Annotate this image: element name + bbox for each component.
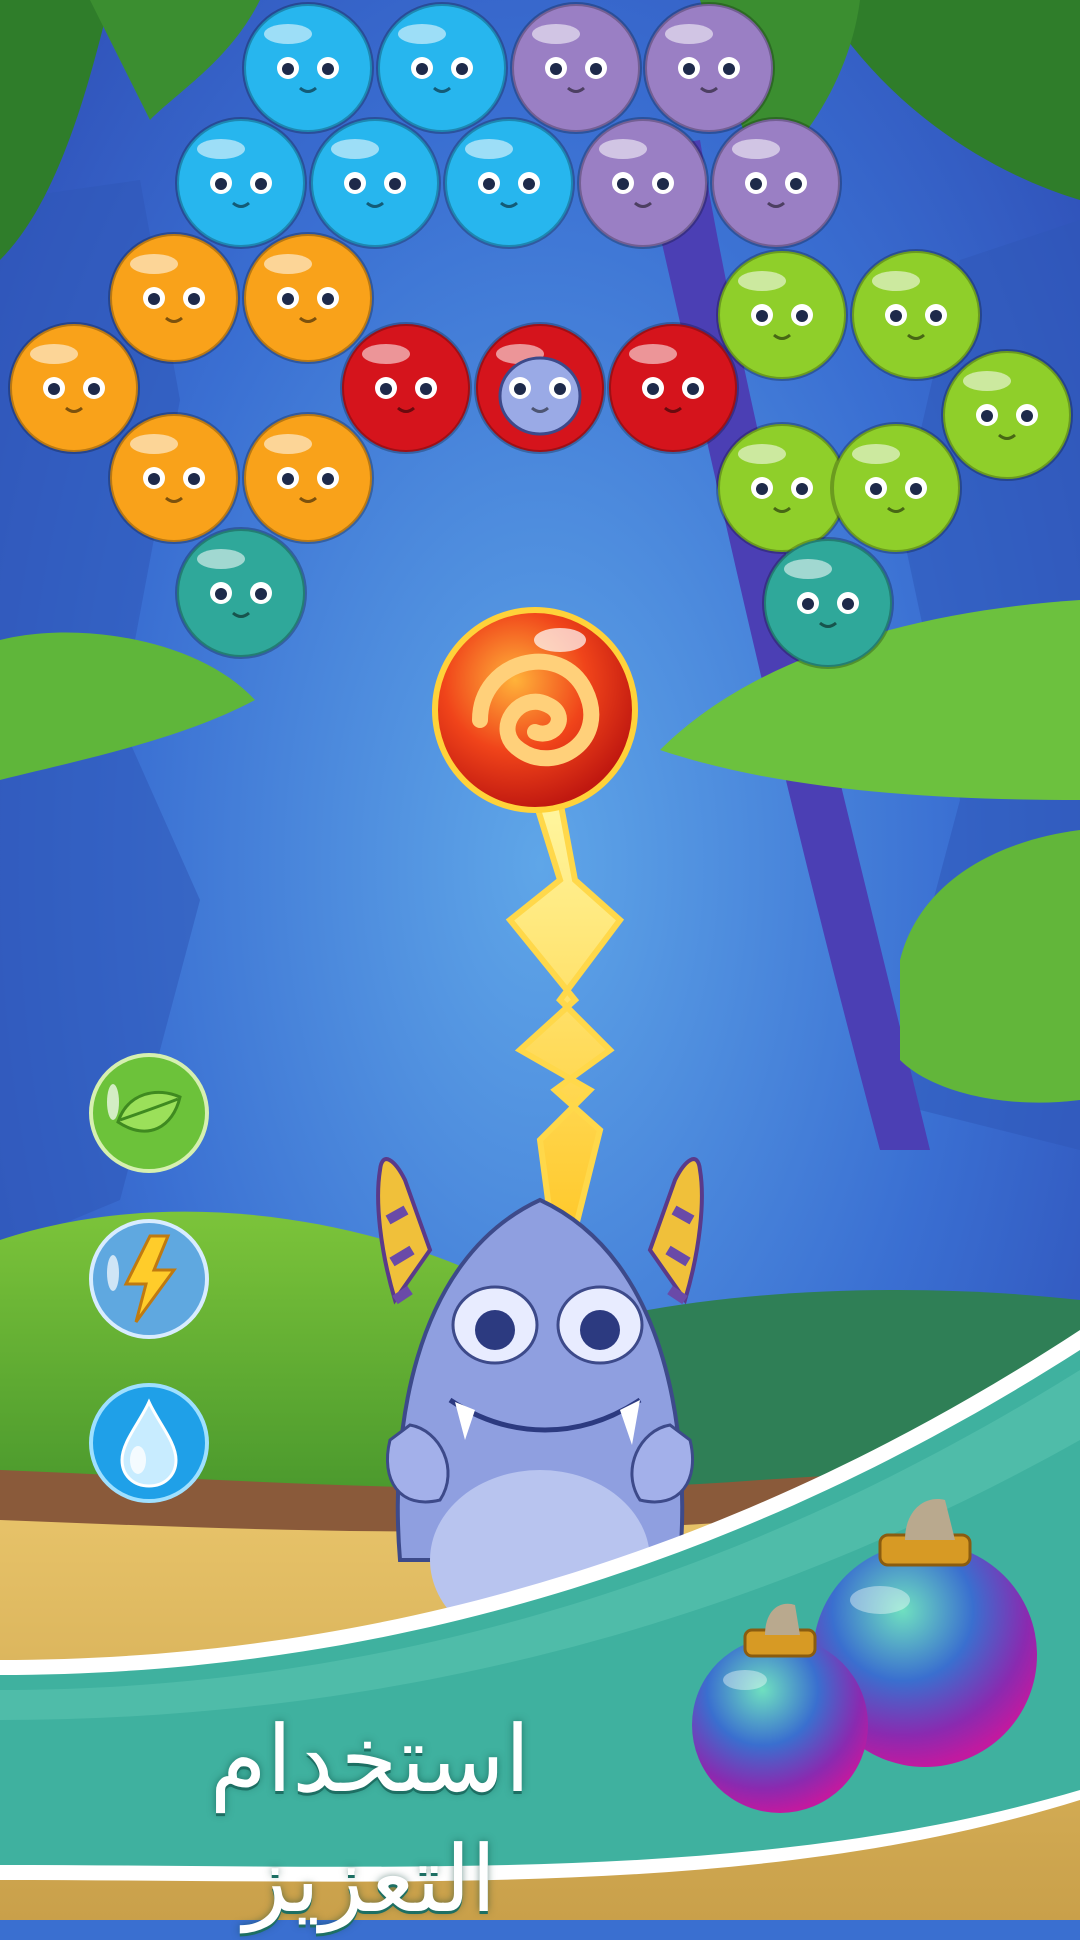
bubble-green [941, 349, 1073, 481]
fire-bubble[interactable] [432, 607, 638, 813]
bubble-orange [242, 232, 374, 364]
bubble-red [607, 322, 739, 454]
caption-text: استخدام التعزيز [209, 1706, 531, 1933]
bubble-purple [710, 117, 842, 249]
bubble-red-monster-inside [474, 322, 606, 454]
water-booster-button[interactable] [88, 1382, 210, 1504]
bubble-blue [309, 117, 441, 249]
bubble-orange [108, 412, 240, 544]
bubble-orange [8, 322, 140, 454]
bubble-teal [762, 537, 894, 669]
leaf-icon [89, 1053, 209, 1173]
bubble-red [340, 322, 472, 454]
bubble-purple [510, 2, 642, 134]
bubble-blue [175, 117, 307, 249]
bubble-green [716, 422, 848, 554]
game-scene[interactable] [0, 0, 1080, 1920]
bubble-green [716, 249, 848, 381]
lightning-booster-button[interactable] [88, 1218, 210, 1340]
bubble-blue [242, 2, 374, 134]
leaf-booster-button[interactable] [88, 1052, 210, 1174]
bubble-teal [175, 527, 307, 659]
bubble-orange [108, 232, 240, 364]
lightning-icon [89, 1219, 209, 1339]
bubble-green [830, 422, 962, 554]
bubble-green [850, 249, 982, 381]
bubble-purple [643, 2, 775, 134]
bubble-purple [577, 117, 709, 249]
bubble-orange [242, 412, 374, 544]
water-drop-icon [89, 1383, 209, 1503]
bubble-blue [443, 117, 575, 249]
bubble-blue [376, 2, 508, 134]
